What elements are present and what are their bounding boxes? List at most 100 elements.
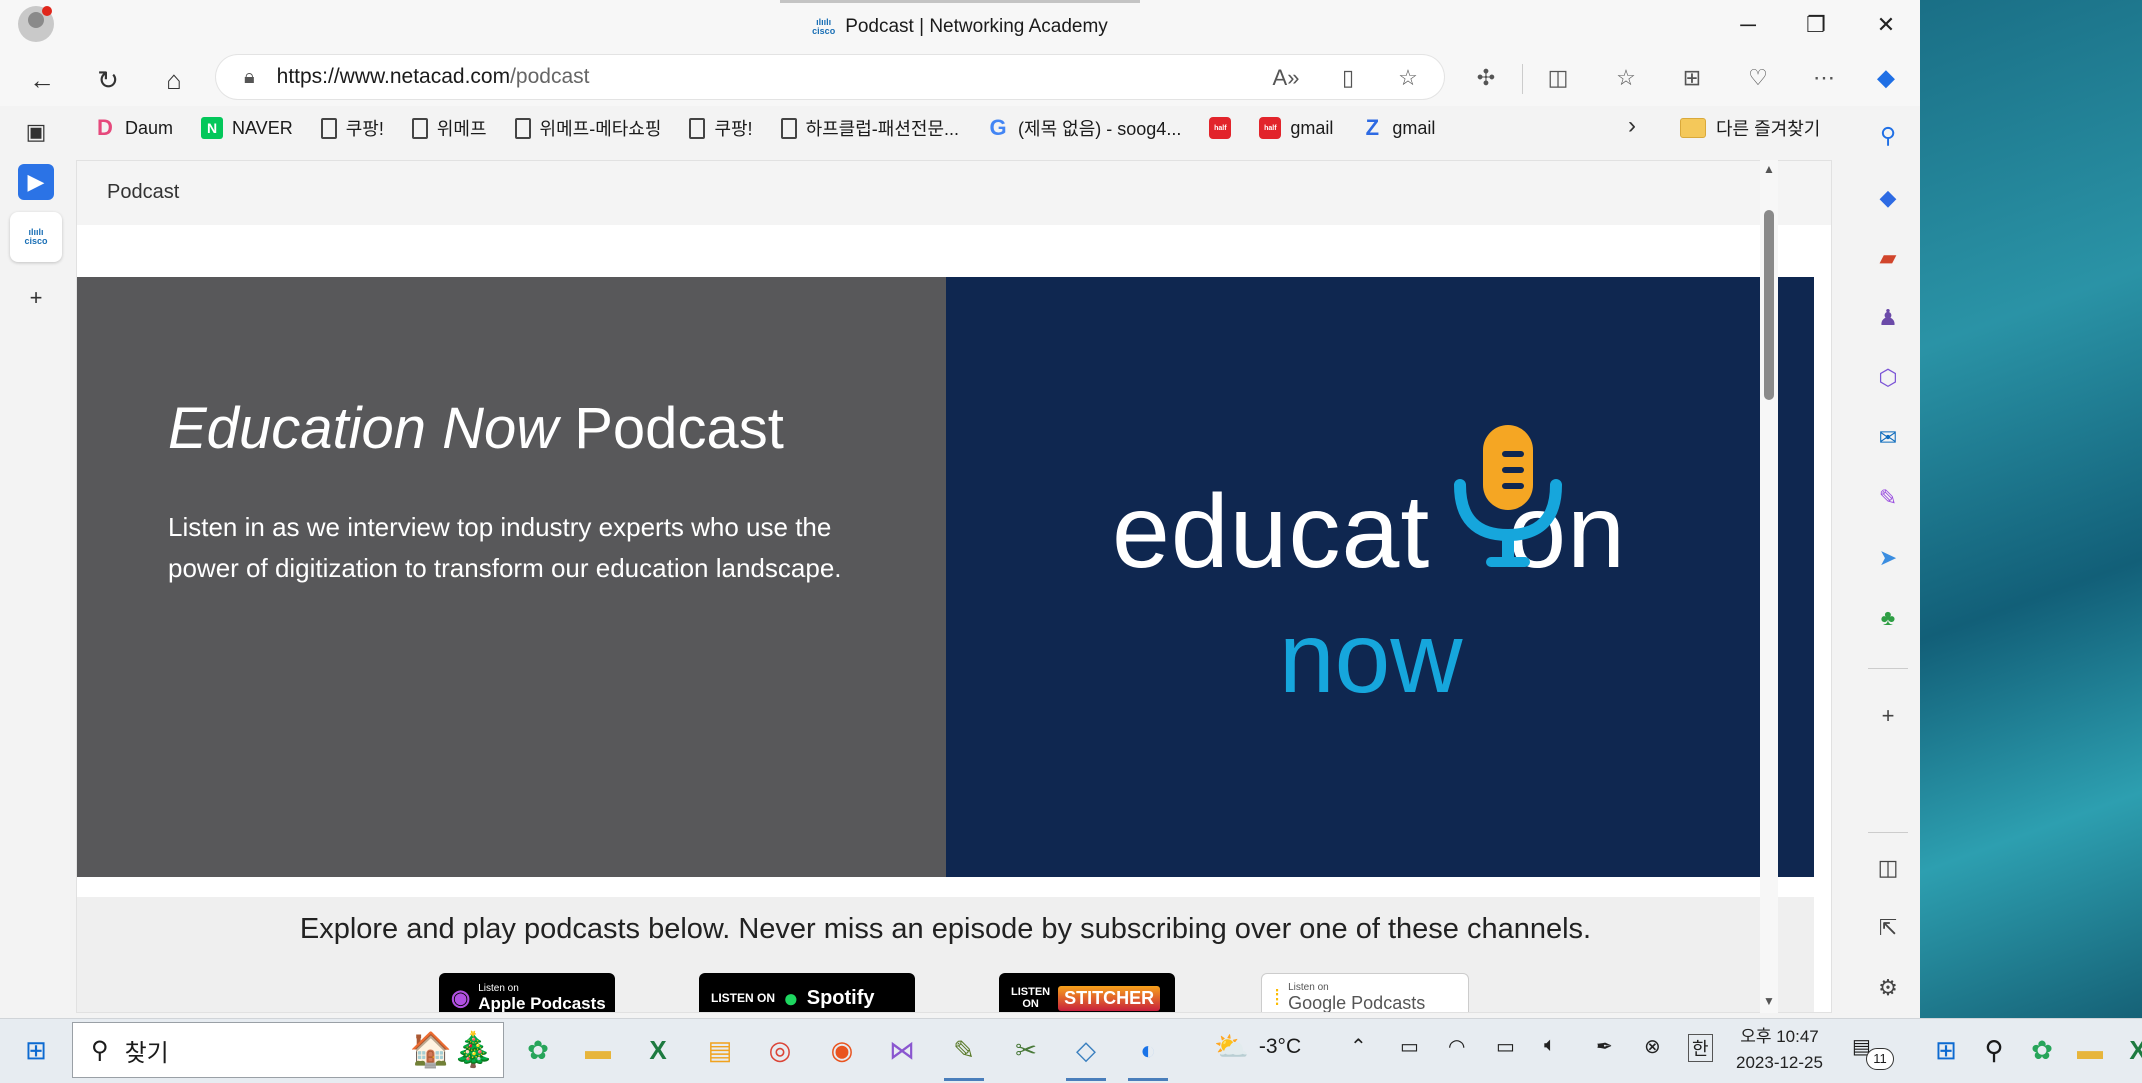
taskbar-chatgpt-icon[interactable]: ✿ — [514, 1026, 562, 1074]
refresh-button[interactable]: ↻ — [86, 58, 130, 102]
tray-wifi-icon[interactable]: ◠ — [1448, 1034, 1465, 1059]
taskbar-visual-studio-icon[interactable]: ⋈ — [878, 1026, 926, 1074]
breadcrumb-podcast[interactable]: Podcast — [107, 181, 179, 204]
favorite-star-icon[interactable]: ☆ — [1390, 60, 1426, 96]
taskbar-weather[interactable]: ⛅ -3°C — [1214, 1030, 1301, 1063]
tab-podcast[interactable]: ılıılı cisco Podcast | Networking Academy — [780, 0, 1140, 50]
sidebar-tools-icon[interactable]: ▰ — [1868, 238, 1908, 278]
new-tab-plus-icon[interactable]: + — [14, 276, 58, 320]
google-badge-small: Listen on — [1288, 982, 1329, 993]
sidebar-designer-icon[interactable]: ✎ — [1868, 478, 1908, 518]
play-tab-icon[interactable]: ▶ — [18, 164, 54, 200]
tray-battery-icon[interactable]: ▭ — [1496, 1034, 1515, 1059]
taskbar-app-icon-1[interactable]: ✎ — [940, 1026, 988, 1074]
taskbar-ubuntu-icon[interactable]: ◉ — [818, 1026, 866, 1074]
favorite-google-untitled[interactable]: G (제목 없음) - soog4... — [973, 108, 1195, 148]
sidebar-shopping-tag-icon[interactable]: ◆ — [1868, 178, 1908, 218]
taskbar-excel-icon-2[interactable]: X — [2114, 1026, 2142, 1074]
tray-pen-icon[interactable]: ✒ — [1596, 1034, 1613, 1059]
back-button[interactable]: ← — [20, 58, 64, 102]
favorite-naver[interactable]: N NAVER — [187, 108, 307, 148]
taskbar-notes-icon[interactable]: ▤ — [696, 1026, 744, 1074]
favorite-halfclub[interactable]: 하프클럽-패션전문... — [767, 108, 973, 148]
favorites-icon[interactable]: ☆ — [1608, 60, 1644, 96]
page-scrollbar[interactable]: ▲ ▼ — [1760, 160, 1778, 1013]
tab-actions-icon[interactable]: ▣ — [14, 110, 58, 154]
start-windows-icon-2[interactable]: ⊞ — [1922, 1026, 1970, 1074]
search-highlight-christmas-icon[interactable]: 🏠🎄 — [404, 1022, 500, 1078]
favorites-overflow-chevron-icon[interactable]: › — [1628, 112, 1636, 140]
taskbar-clock[interactable]: 오후 10:47 2023-12-25 — [1736, 1024, 1823, 1076]
taskbar-app-icon-3[interactable]: ◇ — [1062, 1026, 1110, 1074]
taskbar-chrome-icon[interactable]: ◎ — [756, 1026, 804, 1074]
sidebar-send-icon[interactable]: ➤ — [1868, 538, 1908, 578]
tray-close-circle-icon[interactable]: ⊗ — [1644, 1034, 1661, 1059]
scroll-up-arrow-icon[interactable]: ▲ — [1763, 162, 1775, 176]
restore-button[interactable]: ❐ — [1786, 6, 1846, 44]
sidebar-outlook-icon[interactable]: ✉ — [1868, 418, 1908, 458]
favorite-wemakeprice[interactable]: 위메프 — [398, 108, 501, 148]
sidebar-add-icon[interactable]: + — [1868, 696, 1908, 736]
back-arrow-icon: ← — [29, 64, 55, 95]
collections-icon[interactable]: ⊞ — [1674, 60, 1710, 96]
copilot-icon[interactable]: ◆ — [1868, 60, 1904, 96]
lock-icon[interactable]: 🔒︎ — [244, 66, 255, 89]
read-aloud-icon[interactable]: A» — [1268, 60, 1304, 96]
taskbar-app-icon-2[interactable]: ✂ — [1002, 1026, 1050, 1074]
page-icon — [320, 117, 337, 139]
favorite-gmail-1[interactable]: half gmail — [1245, 108, 1347, 148]
sidebar-hide-icon[interactable]: ◫ — [1868, 848, 1908, 888]
home-button[interactable]: ⌂ — [152, 58, 196, 102]
tray-meet-icon[interactable]: ▭ — [1400, 1034, 1419, 1059]
sidebar-search-icon[interactable]: ⚲ — [1868, 116, 1908, 156]
search-icon-2[interactable]: ⚲ — [1970, 1026, 2018, 1074]
favorite-coupang-2[interactable]: 쿠팡! — [675, 108, 766, 148]
sidebar-tree-icon[interactable]: ♣ — [1868, 598, 1908, 638]
taskbar-chatgpt-icon-2[interactable]: ✿ — [2018, 1026, 2066, 1074]
favorite-label: gmail — [1392, 117, 1436, 138]
scrollbar-thumb[interactable] — [1764, 210, 1774, 400]
tray-volume-icon[interactable]: 🔈︎ — [1544, 1034, 1556, 1057]
taskbar-file-explorer-icon-2[interactable]: ▬ — [2066, 1026, 2114, 1074]
favorite-coupang[interactable]: 쿠팡! — [307, 108, 398, 148]
favorite-daum[interactable]: D Daum — [80, 108, 187, 148]
taskbar-edge-icon[interactable]: ◐ — [1124, 1026, 1172, 1074]
scroll-down-arrow-icon[interactable]: ▼ — [1763, 994, 1775, 1008]
running-indicator — [944, 1078, 984, 1081]
close-button[interactable]: ✕ — [1856, 6, 1916, 44]
browser-essentials-icon[interactable]: ♡ — [1740, 60, 1776, 96]
apple-podcasts-badge[interactable]: ◉ Listen on Apple Podcasts — [439, 973, 615, 1012]
favorite-halfclub-icon-only[interactable]: half — [1195, 108, 1245, 148]
favorite-wemakeprice-meta[interactable]: 위메프-메타쇼핑 — [501, 108, 676, 148]
taskbar-file-explorer-icon[interactable]: ▬ — [574, 1026, 622, 1074]
clock-time: 오후 10:47 — [1740, 1027, 1819, 1046]
sidebar-settings-gear-icon[interactable]: ⚙ — [1868, 968, 1908, 1008]
favorite-label: NAVER — [232, 117, 293, 138]
spotify-badge[interactable]: LISTEN ON ● Spotify — [699, 973, 915, 1012]
taskbar-excel-icon[interactable]: X — [634, 1026, 682, 1074]
search-placeholder: 찾기 — [124, 1039, 169, 1067]
other-favorites-folder[interactable]: 다른 즐겨찾기 — [1680, 108, 1820, 148]
sidebar-microsoft365-icon[interactable]: ⬡ — [1868, 358, 1908, 398]
desktop-wallpaper — [1920, 0, 2142, 1083]
notification-count-badge: 11 — [1866, 1048, 1894, 1070]
split-screen-icon[interactable]: ◫ — [1540, 60, 1576, 96]
stitcher-badge[interactable]: LISTEN ON STITCHER — [999, 973, 1175, 1012]
favorite-gmail-2[interactable]: Zgmail — [1347, 108, 1449, 148]
sidebar-open-external-icon[interactable]: ⇱ — [1868, 908, 1908, 948]
url-text[interactable]: https://www.netacad.com/podcast — [277, 65, 590, 89]
favorite-label: gmail — [1290, 117, 1334, 138]
minimize-button[interactable]: ─ — [1718, 6, 1778, 44]
extensions-icon[interactable]: ✣ — [1468, 60, 1504, 96]
tray-overflow-chevron-icon[interactable]: ⌃ — [1350, 1034, 1367, 1059]
tray-ime-indicator[interactable]: 한 — [1688, 1034, 1713, 1062]
google-podcasts-badge[interactable]: ⁞ Listen on Google Podcasts — [1261, 973, 1469, 1012]
explore-text: Explore and play podcasts below. Never m… — [299, 913, 1592, 945]
start-windows-icon[interactable]: ⊞ — [12, 1026, 60, 1074]
more-menu-icon[interactable]: ⋯ — [1806, 60, 1842, 96]
page-viewport: Podcast Education Now Podcast Listen in … — [76, 160, 1832, 1013]
address-bar[interactable]: 🔒︎ https://www.netacad.com/podcast — [216, 55, 1444, 99]
cisco-tab[interactable]: ılıılı cisco — [10, 212, 62, 262]
sidebar-games-icon[interactable]: ♟ — [1868, 298, 1908, 338]
immersive-reader-icon[interactable]: ▯ — [1330, 60, 1366, 96]
